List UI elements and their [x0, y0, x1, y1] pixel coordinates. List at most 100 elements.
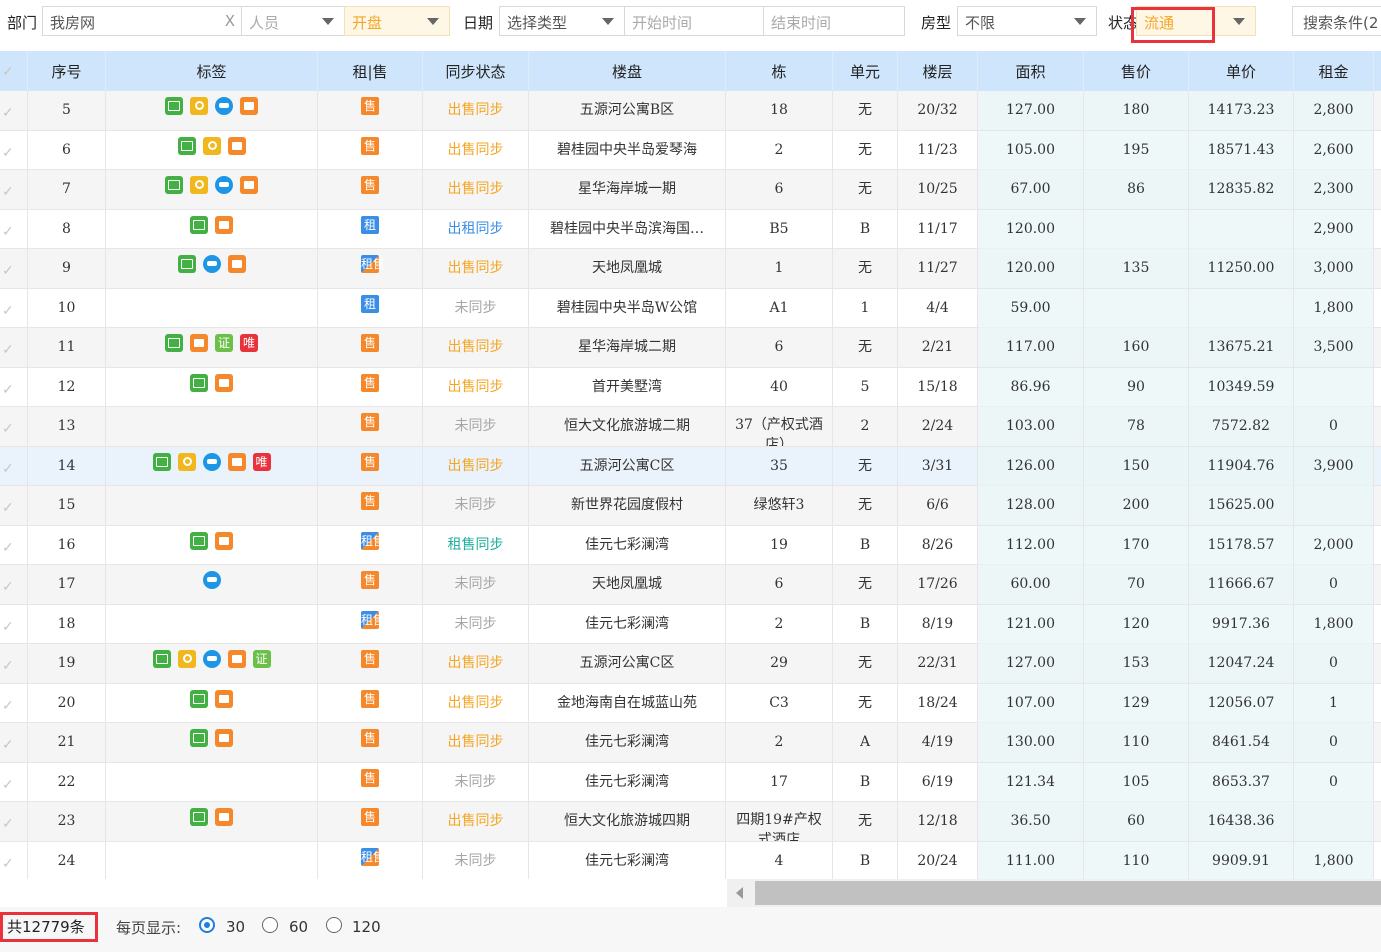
start-date-input[interactable]: 开始时间: [624, 6, 764, 36]
cell-building: 40: [726, 367, 833, 407]
table-row[interactable]: ✓ 24 租售 未同步 佳元七彩澜湾 4 B 20/24 111.00 110 9909.91 1,8…: [0, 841, 1381, 879]
per-page-radio-60[interactable]: [262, 917, 278, 933]
row-checkbox[interactable]: ✓: [0, 249, 28, 288]
table-row[interactable]: ✓ 11 证唯 售 出售同步 星华海岸城二期 6 无 2/21 117.00 160 13675.21…: [0, 328, 1381, 368]
header-tags[interactable]: 标签: [106, 51, 318, 91]
row-checkbox[interactable]: ✓: [0, 91, 28, 130]
cell-unit: 无: [833, 683, 898, 723]
table-row[interactable]: ✓ 7 售 出售同步 星华海岸城一期 6 无 10/25 67.00 86 12835.82 2,30…: [0, 170, 1381, 210]
scrollbar-thumb[interactable]: [755, 881, 1381, 905]
dept-field[interactable]: 我房网 X: [42, 6, 242, 36]
cell-price: 195: [1084, 130, 1189, 170]
cell-index: 19: [28, 644, 106, 683]
cell-tags: [106, 802, 318, 841]
row-checkbox[interactable]: ✓: [0, 841, 28, 879]
row-checkbox[interactable]: ✓: [0, 683, 28, 723]
end-date-input[interactable]: 结束时间: [763, 6, 905, 36]
row-checkbox[interactable]: ✓: [0, 170, 28, 209]
cell-sync-status: 出售同步: [423, 802, 529, 841]
cell-unit: B: [833, 209, 898, 249]
header-rent-sale[interactable]: 租|售: [318, 51, 423, 91]
horizontal-scrollbar[interactable]: [727, 879, 1381, 907]
header-unit[interactable]: 单元: [833, 51, 898, 91]
cell-floor: 17/26: [898, 565, 978, 604]
row-checkbox[interactable]: ✓: [0, 486, 28, 525]
tag-group: [190, 531, 233, 550]
cell-rent: 0: [1294, 644, 1374, 683]
table-row[interactable]: ✓ 15 售 未同步 新世界花园度假村 绿悠轩3 无 6/6 128.00 200 15625.00: [0, 486, 1381, 526]
row-checkbox[interactable]: ✓: [0, 525, 28, 565]
check-icon: ✓: [2, 697, 14, 714]
header-estate[interactable]: 楼盘: [529, 51, 726, 91]
person-select[interactable]: 人员: [241, 6, 345, 36]
table-row[interactable]: ✓ 16 租售 租售同步 佳元七彩澜湾 19 B 8/26 112.00 170 15178.57 2…: [0, 525, 1381, 565]
table-row[interactable]: ✓ 19 证 售 出售同步 五源河公寓C区 29 无 22/31 127.00 153 12047.2…: [0, 644, 1381, 684]
cell-rent: [1294, 367, 1374, 407]
table-row[interactable]: ✓ 14 唯 售 出售同步 五源河公寓C区 35 无 3/31 126.00 150 11904.76…: [0, 446, 1381, 486]
per-page-radio-120[interactable]: [326, 917, 342, 933]
cell-index: 14: [28, 446, 106, 486]
check-icon: ✓: [2, 816, 14, 832]
row-checkbox[interactable]: ✓: [0, 328, 28, 367]
row-checkbox[interactable]: ✓: [0, 723, 28, 762]
search-conditions-button[interactable]: 搜索条件(2: [1292, 6, 1381, 36]
open-select[interactable]: 开盘: [344, 6, 450, 36]
header-sync-status[interactable]: 同步状态: [423, 51, 529, 91]
table-row[interactable]: ✓ 10 租 未同步 碧桂园中央半岛W公馆 A1 1 4/4 59.00 1,800: [0, 288, 1381, 328]
row-checkbox[interactable]: ✓: [0, 802, 28, 841]
cell-unit-price: 10349.59: [1189, 367, 1294, 407]
table-row[interactable]: ✓ 18 租售 未同步 佳元七彩澜湾 2 B 8/19 121.00 120 9917.36 1,80…: [0, 604, 1381, 644]
table-row[interactable]: ✓ 5 售 出售同步 五源河公寓B区 18 无 20/32 127.00 180 14173.23 2…: [0, 91, 1381, 131]
row-checkbox[interactable]: ✓: [0, 762, 28, 802]
cell-floor: 20/24: [898, 841, 978, 879]
scroll-left-icon[interactable]: [736, 887, 743, 899]
row-checkbox[interactable]: ✓: [0, 407, 28, 446]
cell-building: 6: [726, 170, 833, 209]
row-checkbox[interactable]: ✓: [0, 288, 28, 328]
row-checkbox[interactable]: ✓: [0, 130, 28, 170]
header-index[interactable]: 序号: [28, 51, 106, 91]
room-select[interactable]: 不限: [957, 6, 1097, 36]
cell-rent: 3,000: [1294, 249, 1374, 288]
row-checkbox[interactable]: ✓: [0, 604, 28, 644]
table-row[interactable]: ✓ 21 售 出售同步 佳元七彩澜湾 2 A 4/19 130.00 110 8461.54 0: [0, 723, 1381, 763]
photo-icon: [190, 729, 208, 747]
header-floor[interactable]: 楼层: [898, 51, 978, 91]
table-row[interactable]: ✓ 12 售 出售同步 首开美墅湾 40 5 15/18 86.96 90 10349.59: [0, 367, 1381, 407]
header-area[interactable]: 面积: [978, 51, 1084, 91]
clear-icon[interactable]: X: [225, 12, 235, 30]
table-row[interactable]: ✓ 20 售 出售同步 金地海南自在城蓝山苑 C3 无 18/24 107.00 129 12056…: [0, 683, 1381, 723]
row-checkbox[interactable]: ✓: [0, 209, 28, 249]
header-unit-price[interactable]: 单价: [1189, 51, 1294, 91]
cell-area: 120.00: [978, 249, 1084, 288]
table-row[interactable]: ✓ 8 租 出租同步 碧桂园中央半岛滨海国… B5 B 11/17 120.00 2,900: [0, 209, 1381, 249]
cell-unit: B: [833, 762, 898, 802]
row-checkbox[interactable]: ✓: [0, 446, 28, 486]
row-checkbox[interactable]: ✓: [0, 565, 28, 604]
select-all-checkbox[interactable]: ✓: [0, 51, 28, 91]
photo-icon: [190, 808, 208, 826]
check-icon: ✓: [2, 776, 14, 793]
photo-icon: [190, 373, 208, 392]
check-icon: ✓: [2, 737, 14, 753]
table-row[interactable]: ✓ 23 售 出售同步 恒大文化旅游城四期 四期19#产权式酒店无 12/18 36.50 60…: [0, 802, 1381, 842]
table-row[interactable]: ✓ 22 售 未同步 佳元七彩澜湾 17 B 6/19 121.34 105 8653.37 0: [0, 762, 1381, 802]
row-checkbox[interactable]: ✓: [0, 644, 28, 683]
header-building[interactable]: 栋: [726, 51, 833, 91]
cell-unit: 5: [833, 367, 898, 407]
date-type-select[interactable]: 选择类型: [499, 6, 625, 36]
header-price[interactable]: 售价: [1084, 51, 1189, 91]
table-row[interactable]: ✓ 9 租售 出售同步 天地凤凰城 1 无 11/27 120.00 135 11250.00 3,0…: [0, 249, 1381, 289]
table-row[interactable]: ✓ 17 售 未同步 天地凤凰城 6 无 17/26 60.00 70 11666.67 0: [0, 565, 1381, 605]
cell-rent-sale: 租售: [318, 604, 423, 644]
table-row[interactable]: ✓ 13 售 未同步 恒大文化旅游城二期 37（产权式酒店） 2 2/24 103.00 78 75…: [0, 407, 1381, 447]
table-row[interactable]: ✓ 6 售 出售同步 碧桂园中央半岛爱琴海 2 无 11/23 105.00 195 18571.4…: [0, 130, 1381, 170]
cell-price: 200: [1084, 486, 1189, 525]
per-page-radio-30[interactable]: [199, 917, 215, 933]
row-checkbox[interactable]: ✓: [0, 367, 28, 407]
cell-price: 60: [1084, 802, 1189, 841]
tag-group: [165, 97, 258, 115]
photo-icon: [177, 136, 196, 155]
cell-area: 111.00: [978, 841, 1084, 879]
header-rent[interactable]: 租金: [1294, 51, 1374, 91]
